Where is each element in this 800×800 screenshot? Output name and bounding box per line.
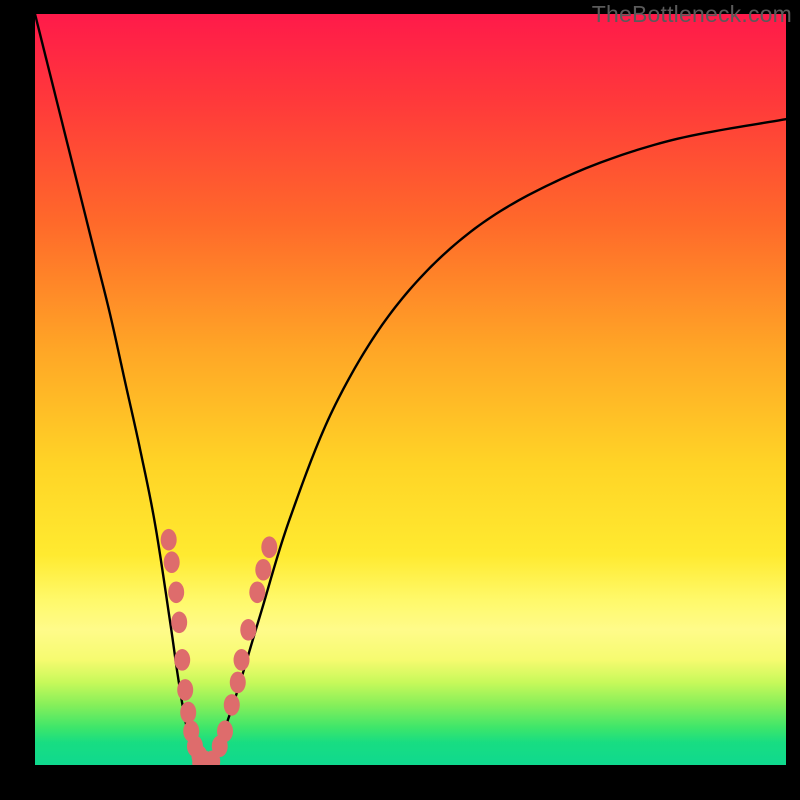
data-marker xyxy=(177,679,193,701)
data-marker xyxy=(255,559,271,581)
watermark-label: TheBottleneck.com xyxy=(592,1,792,28)
data-marker xyxy=(224,694,240,716)
bottleneck-curve xyxy=(35,14,786,765)
data-marker xyxy=(261,536,277,558)
chart-frame: TheBottleneck.com xyxy=(0,0,800,800)
data-marker xyxy=(164,551,180,573)
data-marker xyxy=(230,672,246,694)
data-marker xyxy=(168,581,184,603)
data-marker xyxy=(180,702,196,724)
data-marker xyxy=(161,529,177,551)
data-marker xyxy=(171,612,187,634)
data-marker xyxy=(240,619,256,641)
data-marker xyxy=(234,649,250,671)
data-marker xyxy=(217,720,233,742)
data-marker xyxy=(249,581,265,603)
plot-area xyxy=(35,14,786,765)
bottleneck-chart-svg xyxy=(35,14,786,765)
data-marker xyxy=(174,649,190,671)
